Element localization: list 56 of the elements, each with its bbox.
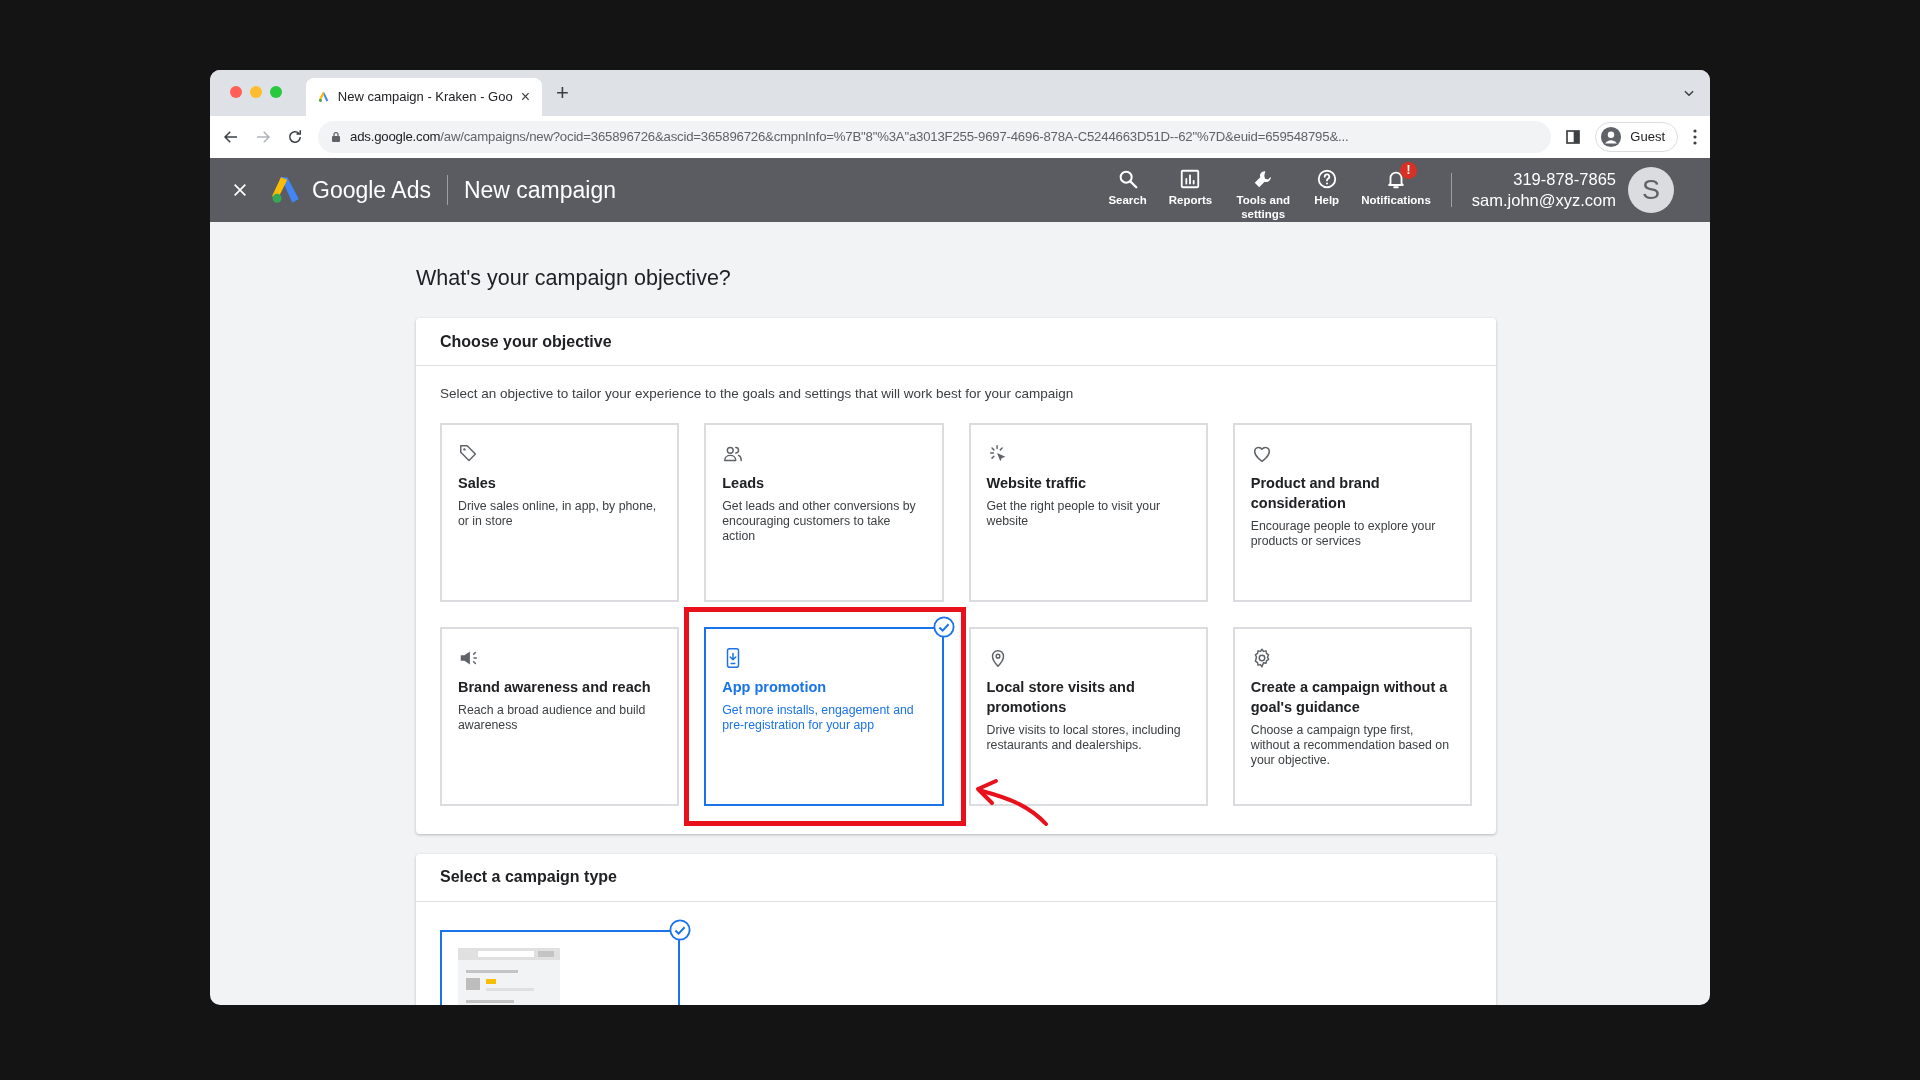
objective-tile[interactable]: Product and brand consideration Encourage people to explore your products or services: [1232, 422, 1472, 602]
account-email: sam.john@xyz.com: [1471, 190, 1616, 211]
page-heading: What's your campaign objective?: [416, 265, 732, 292]
header-nav-button[interactable]: Tools and settings: [1234, 161, 1293, 221]
objective-title: Create a campaign without a goal's guidance: [1250, 677, 1449, 717]
person-icon: [1600, 126, 1623, 148]
tab-title: New campaign - Kraken - Goo: [337, 88, 513, 107]
notification-badge: !: [1399, 161, 1417, 179]
objective-title: App promotion: [722, 677, 828, 697]
selected-check-icon: [669, 918, 691, 941]
url-text: ads.google.com/aw/campaigns/new?ocid=365896726&ascid=365896726&cmpnInfo=%7B"8"%3A"a3013F255-9697-4696-878A-C5244663D51D--62"%7D&euid=659548795&...: [350, 128, 1349, 147]
objective-tile[interactable]: App promotion Get more installs, engagement and pre-registration for your app: [704, 626, 944, 806]
browser-tab[interactable]: New campaign - Kraken - Goo ×: [306, 78, 542, 116]
objective-description: Choose a campaign type first, without a recommendation based on your objective.: [1250, 722, 1450, 768]
objective-title: Website traffic: [986, 473, 1088, 493]
header-nav-button[interactable]: Help: [1314, 161, 1340, 207]
selected-check-icon: [932, 615, 955, 638]
objective-intro: Select an objective to tailor your experience to the goals and settings that will work best for your campaign: [440, 385, 1075, 404]
header-nav-button[interactable]: Reports: [1168, 161, 1213, 207]
objective-description: Encourage people to explore your products or services: [1250, 518, 1437, 549]
objective-description: Get more installs, engagement and pre-registration for your app: [722, 702, 915, 733]
objective-title: Brand awareness and reach: [458, 677, 652, 697]
account-avatar[interactable]: S: [1628, 167, 1674, 213]
page-title: New campaign: [463, 175, 617, 205]
reload-icon[interactable]: [286, 128, 304, 146]
brand-name: Google Ads: [312, 175, 431, 205]
objective-title: Leads: [722, 473, 766, 493]
help-icon: [1315, 167, 1338, 190]
objective-tile[interactable]: Local store visits and promotions Drive visits to local stores, including restaurants and dealerships.: [968, 626, 1208, 806]
header-nav-button[interactable]: Notifications !: [1361, 161, 1431, 207]
address-bar[interactable]: ads.google.com/aw/campaigns/new?ocid=365896726&ascid=365896726&cmpnInfo=%7B"8"%3A"a3013F255-9697-4696-878A-C5244663D51D--62"%7D&euid=659548795&...: [318, 121, 1552, 153]
header-nav-button[interactable]: Search: [1108, 161, 1147, 207]
more-vertical-icon[interactable]: [1692, 129, 1698, 145]
card-title: Select a campaign type: [440, 867, 617, 887]
objective-title: Product and brand consideration: [1250, 473, 1381, 513]
bar-chart-icon: [1179, 167, 1202, 190]
account-phone: 319-878-7865: [1513, 169, 1616, 190]
objective-tile[interactable]: Brand awareness and reach Reach a broad audience and build awareness: [440, 626, 680, 806]
objective-description: Drive visits to local stores, including restaurants and dealerships.: [986, 722, 1182, 753]
card-title: Choose your objective: [440, 331, 612, 352]
objective-description: Drive sales online, in app, by phone, or in store: [458, 498, 658, 529]
objective-tile[interactable]: Leads Get leads and other conversions by encouraging customers to take action: [704, 422, 944, 602]
objective-title: Local store visits and promotions: [986, 677, 1136, 717]
side-panel-icon[interactable]: [1565, 129, 1582, 145]
objective-tile[interactable]: Sales Drive sales online, in app, by phone, or in store: [440, 422, 680, 602]
close-tab-button[interactable]: ×: [520, 89, 530, 105]
objective-tile[interactable]: Website traffic Get the right people to visit your website: [968, 422, 1208, 602]
close-icon[interactable]: [232, 182, 248, 198]
objective-description: Get the right people to visit your website: [986, 498, 1162, 529]
new-tab-button[interactable]: +: [556, 82, 569, 104]
back-arrow-icon[interactable]: [222, 128, 240, 146]
objective-title: Sales: [458, 473, 497, 493]
objective-description: Get leads and other conversions by encouraging customers to take action: [722, 498, 917, 544]
lock-icon: [330, 131, 342, 143]
objective-tile[interactable]: Create a campaign without a goal's guidance Choose a campaign type first, without a recommendation based on your objective.: [1232, 626, 1472, 806]
objective-description: Reach a broad audience and build awareness: [458, 702, 647, 733]
